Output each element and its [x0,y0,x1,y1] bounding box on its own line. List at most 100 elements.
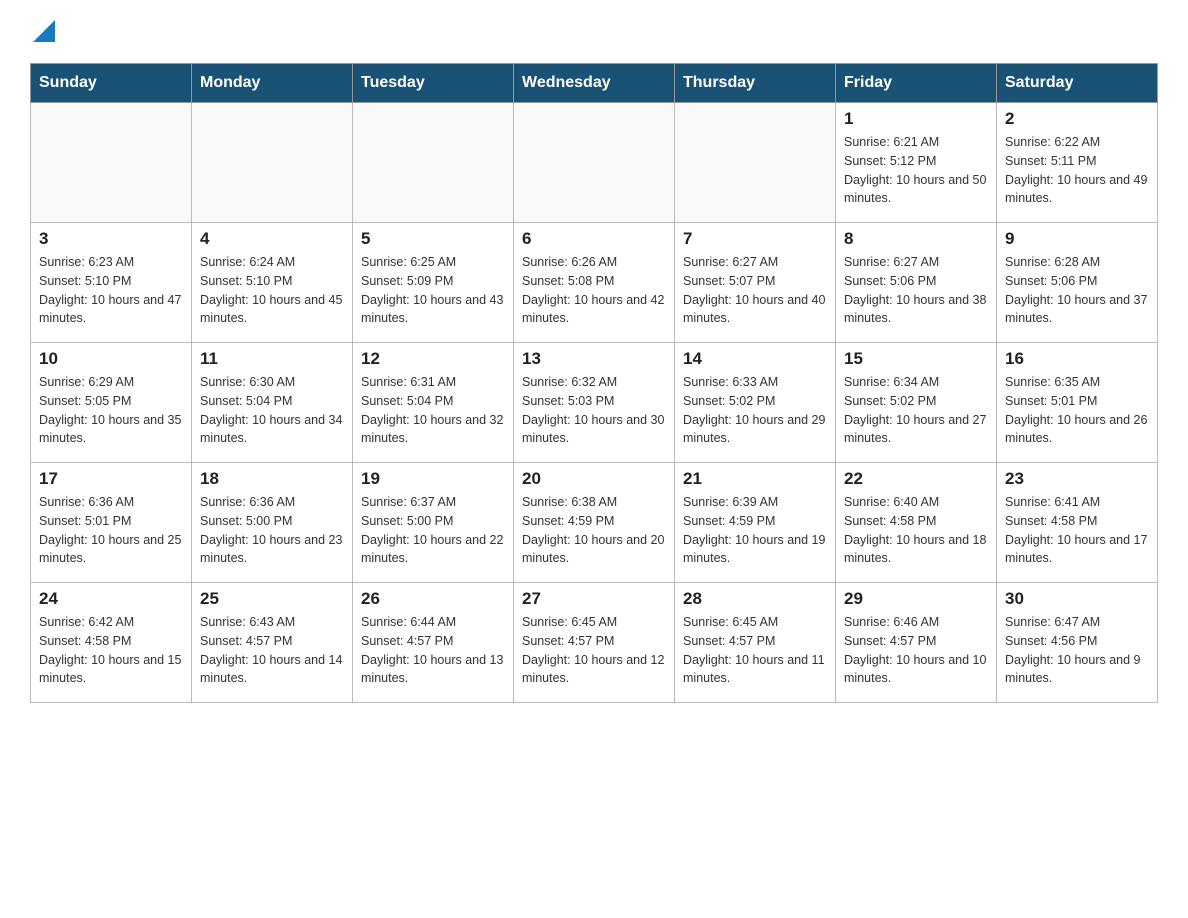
table-row: 17 Sunrise: 6:36 AMSunset: 5:01 PMDayligh… [31,463,192,583]
day-number: 26 [361,589,505,609]
calendar-week-row: 10 Sunrise: 6:29 AMSunset: 5:05 PMDayligh… [31,343,1158,463]
day-info: Sunrise: 6:45 AMSunset: 4:57 PMDaylight:… [522,613,666,688]
day-info: Sunrise: 6:41 AMSunset: 4:58 PMDaylight:… [1005,493,1149,568]
table-row: 16Sunrise: 6:35 AMSunset: 5:01 PMDayligh… [997,343,1158,463]
day-info: Sunrise: 6:36 AMSunset: 5:01 PMDaylight:… [39,493,183,568]
table-row: 2 Sunrise: 6:22 AMSunset: 5:11 PMDaylight… [997,103,1158,223]
day-number: 3 [39,229,183,249]
day-info: Sunrise: 6:33 AMSunset: 5:02 PMDaylight:… [683,373,827,448]
day-number: 5 [361,229,505,249]
col-friday: Friday [836,64,997,103]
day-info: Sunrise: 6:29 AMSunset: 5:05 PMDaylight:… [39,373,183,448]
table-row: 9 Sunrise: 6:28 AMSunset: 5:06 PMDaylight… [997,223,1158,343]
table-row: 21 Sunrise: 6:39 AMSunset: 4:59 PMDayligh… [675,463,836,583]
day-number: 10 [39,349,183,369]
day-info: Sunrise: 6:46 AMSunset: 4:57 PMDaylight:… [844,613,988,688]
logo-triangle-icon [33,20,55,42]
day-number: 6 [522,229,666,249]
table-row [192,103,353,223]
day-number: 19 [361,469,505,489]
table-row: 15 Sunrise: 6:34 AMSunset: 5:02 PMDayligh… [836,343,997,463]
calendar-week-row: 1Sunrise: 6:21 AMSunset: 5:12 PMDaylight… [31,103,1158,223]
table-row: 13 Sunrise: 6:32 AMSunset: 5:03 PMDayligh… [514,343,675,463]
calendar-header-row: Sunday Monday Tuesday Wednesday Thursday… [31,64,1158,103]
day-number: 12 [361,349,505,369]
day-info: Sunrise: 6:37 AMSunset: 5:00 PMDaylight:… [361,493,505,568]
day-info: Sunrise: 6:34 AMSunset: 5:02 PMDaylight:… [844,373,988,448]
day-number: 23 [1005,469,1149,489]
day-number: 29 [844,589,988,609]
col-wednesday: Wednesday [514,64,675,103]
table-row: 6 Sunrise: 6:26 AMSunset: 5:08 PMDaylight… [514,223,675,343]
table-row: 29 Sunrise: 6:46 AMSunset: 4:57 PMDayligh… [836,583,997,703]
table-row: 11 Sunrise: 6:30 AMSunset: 5:04 PMDayligh… [192,343,353,463]
day-info: Sunrise: 6:22 AMSunset: 5:11 PMDaylight:… [1005,133,1149,208]
day-number: 27 [522,589,666,609]
day-info: Sunrise: 6:38 AMSunset: 4:59 PMDaylight:… [522,493,666,568]
day-info: Sunrise: 6:47 AMSunset: 4:56 PMDaylight:… [1005,613,1149,688]
table-row: 27 Sunrise: 6:45 AMSunset: 4:57 PMDayligh… [514,583,675,703]
day-info: Sunrise: 6:36 AMSunset: 5:00 PMDaylight:… [200,493,344,568]
table-row: 23 Sunrise: 6:41 AMSunset: 4:58 PMDayligh… [997,463,1158,583]
day-info: Sunrise: 6:30 AMSunset: 5:04 PMDaylight:… [200,373,344,448]
day-info: Sunrise: 6:40 AMSunset: 4:58 PMDaylight:… [844,493,988,568]
day-info: Sunrise: 6:28 AMSunset: 5:06 PMDaylight:… [1005,253,1149,328]
day-number: 14 [683,349,827,369]
table-row: 28 Sunrise: 6:45 AMSunset: 4:57 PMDayligh… [675,583,836,703]
col-monday: Monday [192,64,353,103]
table-row: 26 Sunrise: 6:44 AMSunset: 4:57 PMDayligh… [353,583,514,703]
day-info: Sunrise: 6:32 AMSunset: 5:03 PMDaylight:… [522,373,666,448]
table-row: 24Sunrise: 6:42 AMSunset: 4:58 PMDayligh… [31,583,192,703]
day-info: Sunrise: 6:25 AMSunset: 5:09 PMDaylight:… [361,253,505,328]
table-row: 30 Sunrise: 6:47 AMSunset: 4:56 PMDayligh… [997,583,1158,703]
day-number: 18 [200,469,344,489]
day-number: 24 [39,589,183,609]
table-row: 12 Sunrise: 6:31 AMSunset: 5:04 PMDayligh… [353,343,514,463]
table-row: 20 Sunrise: 6:38 AMSunset: 4:59 PMDayligh… [514,463,675,583]
day-info: Sunrise: 6:27 AMSunset: 5:07 PMDaylight:… [683,253,827,328]
day-number: 9 [1005,229,1149,249]
col-saturday: Saturday [997,64,1158,103]
day-number: 15 [844,349,988,369]
table-row: 18 Sunrise: 6:36 AMSunset: 5:00 PMDayligh… [192,463,353,583]
day-number: 8 [844,229,988,249]
day-number: 13 [522,349,666,369]
calendar-week-row: 3 Sunrise: 6:23 AMSunset: 5:10 PMDaylight… [31,223,1158,343]
col-sunday: Sunday [31,64,192,103]
page-header [30,20,1158,47]
day-number: 17 [39,469,183,489]
day-number: 21 [683,469,827,489]
table-row: 4Sunrise: 6:24 AMSunset: 5:10 PMDaylight… [192,223,353,343]
table-row: 3 Sunrise: 6:23 AMSunset: 5:10 PMDaylight… [31,223,192,343]
day-number: 22 [844,469,988,489]
day-number: 28 [683,589,827,609]
day-number: 20 [522,469,666,489]
table-row: 19 Sunrise: 6:37 AMSunset: 5:00 PMDayligh… [353,463,514,583]
table-row: 25Sunrise: 6:43 AMSunset: 4:57 PMDayligh… [192,583,353,703]
calendar-week-row: 17 Sunrise: 6:36 AMSunset: 5:01 PMDayligh… [31,463,1158,583]
table-row: 14 Sunrise: 6:33 AMSunset: 5:02 PMDayligh… [675,343,836,463]
day-number: 4 [200,229,344,249]
table-row [353,103,514,223]
day-info: Sunrise: 6:39 AMSunset: 4:59 PMDaylight:… [683,493,827,568]
day-info: Sunrise: 6:35 AMSunset: 5:01 PMDaylight:… [1005,373,1149,448]
day-info: Sunrise: 6:23 AMSunset: 5:10 PMDaylight:… [39,253,183,328]
table-row [31,103,192,223]
table-row: 1Sunrise: 6:21 AMSunset: 5:12 PMDaylight… [836,103,997,223]
table-row: 8 Sunrise: 6:27 AMSunset: 5:06 PMDaylight… [836,223,997,343]
day-info: Sunrise: 6:27 AMSunset: 5:06 PMDaylight:… [844,253,988,328]
col-tuesday: Tuesday [353,64,514,103]
table-row [514,103,675,223]
day-number: 2 [1005,109,1149,129]
table-row: 7 Sunrise: 6:27 AMSunset: 5:07 PMDaylight… [675,223,836,343]
day-number: 25 [200,589,344,609]
day-number: 30 [1005,589,1149,609]
day-info: Sunrise: 6:44 AMSunset: 4:57 PMDaylight:… [361,613,505,688]
day-info: Sunrise: 6:45 AMSunset: 4:57 PMDaylight:… [683,613,827,688]
day-number: 11 [200,349,344,369]
table-row: 22 Sunrise: 6:40 AMSunset: 4:58 PMDayligh… [836,463,997,583]
col-thursday: Thursday [675,64,836,103]
day-info: Sunrise: 6:26 AMSunset: 5:08 PMDaylight:… [522,253,666,328]
day-number: 7 [683,229,827,249]
day-info: Sunrise: 6:31 AMSunset: 5:04 PMDaylight:… [361,373,505,448]
